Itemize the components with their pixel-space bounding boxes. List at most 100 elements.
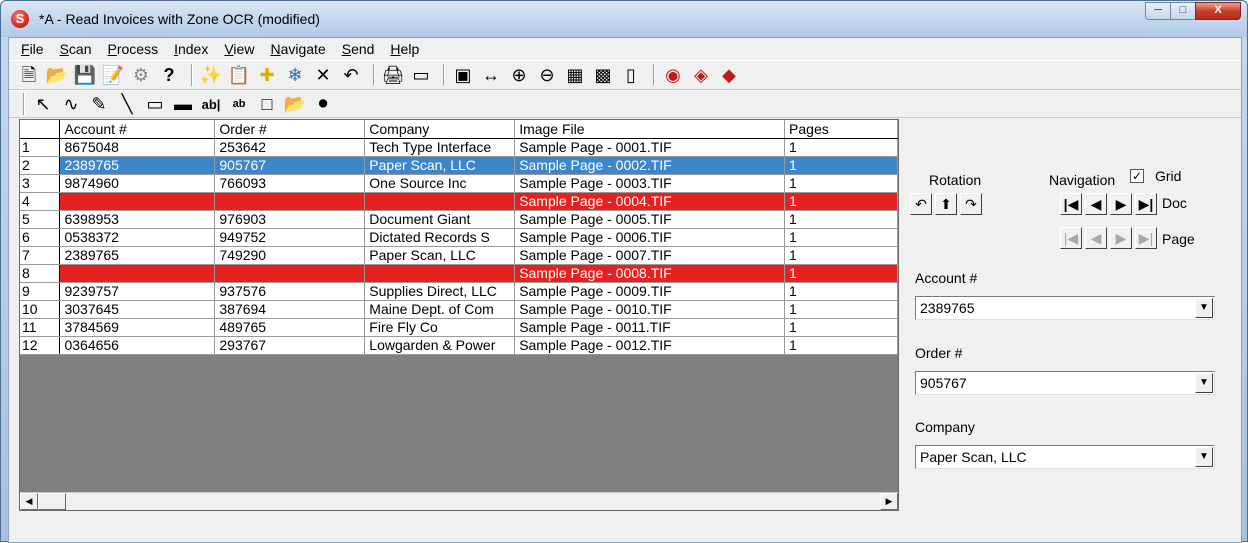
menu-item-7[interactable]: Help xyxy=(390,41,419,57)
table-row[interactable]: 6 0538372 949752 Dictated Records S Sample P… xyxy=(20,228,898,247)
maximize-button[interactable]: □ xyxy=(1170,2,1196,20)
minimize-button[interactable]: ─ xyxy=(1145,2,1171,20)
scroll-thumb[interactable] xyxy=(38,493,66,510)
table-row[interactable]: 8 Sample Page - 0008.TIF 1 xyxy=(20,264,898,283)
new-document-icon[interactable]: 🗎 xyxy=(17,63,41,87)
row-number[interactable]: 10 xyxy=(20,300,61,319)
cell-order[interactable]: 749290 xyxy=(214,246,366,265)
cell-account[interactable]: 2389765 xyxy=(59,246,216,265)
page-view-icon[interactable]: ▯ xyxy=(619,63,643,87)
close-button[interactable]: X xyxy=(1195,2,1241,20)
cell-image[interactable]: Sample Page - 0004.TIF xyxy=(514,192,786,211)
cell-account[interactable]: 9874960 xyxy=(59,174,216,193)
rectangle-icon[interactable]: ▭ xyxy=(143,92,167,116)
cell-image[interactable]: Sample Page - 0006.TIF xyxy=(514,228,786,247)
cell-pages[interactable]: 1 xyxy=(784,192,898,211)
cell-company[interactable]: Tech Type Interface xyxy=(364,138,516,157)
save-icon[interactable]: 💾 xyxy=(73,63,97,87)
sticky-note-icon[interactable]: □ xyxy=(255,92,279,116)
doc-prev-icon[interactable]: ◀ xyxy=(1085,193,1107,215)
cell-account[interactable]: 3784569 xyxy=(59,318,216,337)
cell-company[interactable]: Dictated Records S xyxy=(364,228,516,247)
menu-item-6[interactable]: Send xyxy=(342,41,375,57)
table-row[interactable]: 11 3784569 489765 Fire Fly Co Sample Page - … xyxy=(20,318,898,337)
row-number[interactable]: 5 xyxy=(20,210,61,229)
page-prev-icon[interactable]: ◀ xyxy=(1085,227,1107,249)
cell-company[interactable]: Document Giant xyxy=(364,210,516,229)
row-number[interactable]: 3 xyxy=(20,174,61,193)
horizontal-scrollbar[interactable]: ◀ ▶ xyxy=(20,492,898,510)
cell-pages[interactable]: 1 xyxy=(784,246,898,265)
cell-image[interactable]: Sample Page - 0008.TIF xyxy=(514,264,786,283)
cell-image[interactable]: Sample Page - 0012.TIF xyxy=(514,336,786,355)
cell-pages[interactable]: 1 xyxy=(784,282,898,301)
menu-item-1[interactable]: Scan xyxy=(60,41,92,57)
filled-rectangle-icon[interactable]: ▬ xyxy=(171,92,195,116)
row-number[interactable]: 9 xyxy=(20,282,61,301)
stamp-icon[interactable]: ⚙ xyxy=(129,63,153,87)
doc-next-icon[interactable]: ▶ xyxy=(1110,193,1132,215)
freehand-icon[interactable]: ∿ xyxy=(59,92,83,116)
cell-account[interactable]: 0364656 xyxy=(59,336,216,355)
cell-account[interactable]: 9239757 xyxy=(59,282,216,301)
export-icon[interactable]: ◈ xyxy=(689,63,713,87)
cell-image[interactable]: Sample Page - 0009.TIF xyxy=(514,282,786,301)
cell-company[interactable]: One Source Inc xyxy=(364,174,516,193)
doc-last-icon[interactable]: ▶| xyxy=(1135,193,1157,215)
cell-pages[interactable]: 1 xyxy=(784,138,898,157)
cell-order[interactable] xyxy=(214,264,366,283)
cell-pages[interactable]: 1 xyxy=(784,300,898,319)
grid-checkbox[interactable]: ✓ xyxy=(1130,169,1144,183)
cell-pages[interactable]: 1 xyxy=(784,336,898,355)
cell-company[interactable]: Fire Fly Co xyxy=(364,318,516,337)
cell-order[interactable]: 293767 xyxy=(214,336,366,355)
cell-account[interactable]: 6398953 xyxy=(59,210,216,229)
zoom-out-icon[interactable]: ⊖ xyxy=(535,63,559,87)
copy-icon[interactable]: 📋 xyxy=(227,63,251,87)
cell-pages[interactable]: 1 xyxy=(784,318,898,337)
cell-company[interactable]: Supplies Direct, LLC xyxy=(364,282,516,301)
menu-item-0[interactable]: File xyxy=(21,41,44,57)
row-number[interactable]: 6 xyxy=(20,228,61,247)
cell-account[interactable]: 8675048 xyxy=(59,138,216,157)
image-stamp-icon[interactable]: 📂 xyxy=(283,92,307,116)
row-number[interactable]: 7 xyxy=(20,246,61,265)
delete-icon[interactable]: ✕ xyxy=(311,63,335,87)
cell-pages[interactable]: 1 xyxy=(784,210,898,229)
text-icon[interactable]: ab| xyxy=(199,92,223,116)
column-header-order[interactable]: Order # xyxy=(214,120,366,139)
order-combo[interactable]: 905767 ▼ xyxy=(915,371,1215,395)
snowflake-icon[interactable]: ❄ xyxy=(283,63,307,87)
properties-icon[interactable]: 📝 xyxy=(101,63,125,87)
open-folder-icon[interactable]: 📂 xyxy=(45,63,69,87)
chevron-down-icon[interactable]: ▼ xyxy=(1195,298,1213,318)
cell-pages[interactable]: 1 xyxy=(784,264,898,283)
upload-icon[interactable]: ◆ xyxy=(717,63,741,87)
rotate-right-icon[interactable]: ↷ xyxy=(960,193,982,215)
table-row[interactable]: 4 Sample Page - 0004.TIF 1 xyxy=(20,192,898,211)
cell-order[interactable]: 253642 xyxy=(214,138,366,157)
cell-order[interactable]: 937576 xyxy=(214,282,366,301)
cell-account[interactable]: 2389765 xyxy=(59,156,216,175)
cell-company[interactable] xyxy=(364,264,516,283)
cell-account[interactable] xyxy=(59,264,216,283)
app-logo-icon[interactable]: S xyxy=(11,10,29,28)
cell-order[interactable]: 766093 xyxy=(214,174,366,193)
column-header-account[interactable]: Account # xyxy=(59,120,216,139)
column-header-company[interactable]: Company xyxy=(364,120,516,139)
row-number[interactable]: 8 xyxy=(20,264,61,283)
cell-order[interactable]: 905767 xyxy=(214,156,366,175)
data-grid[interactable]: Account # Order # Company Image File Pag… xyxy=(19,119,899,511)
table-row[interactable]: 12 0364656 293767 Lowgarden & Power Sample P… xyxy=(20,336,898,355)
cell-order[interactable]: 949752 xyxy=(214,228,366,247)
cell-order[interactable] xyxy=(214,192,366,211)
scroll-right-icon[interactable]: ▶ xyxy=(880,493,898,510)
cell-image[interactable]: Sample Page - 0010.TIF xyxy=(514,300,786,319)
cell-order[interactable]: 976903 xyxy=(214,210,366,229)
text-box-icon[interactable]: ab xyxy=(227,92,251,116)
cell-account[interactable] xyxy=(59,192,216,211)
undo-icon[interactable]: ↶ xyxy=(339,63,363,87)
cell-image[interactable]: Sample Page - 0002.TIF xyxy=(514,156,786,175)
cell-order[interactable]: 387694 xyxy=(214,300,366,319)
highlighter-icon[interactable]: ✎ xyxy=(87,92,111,116)
